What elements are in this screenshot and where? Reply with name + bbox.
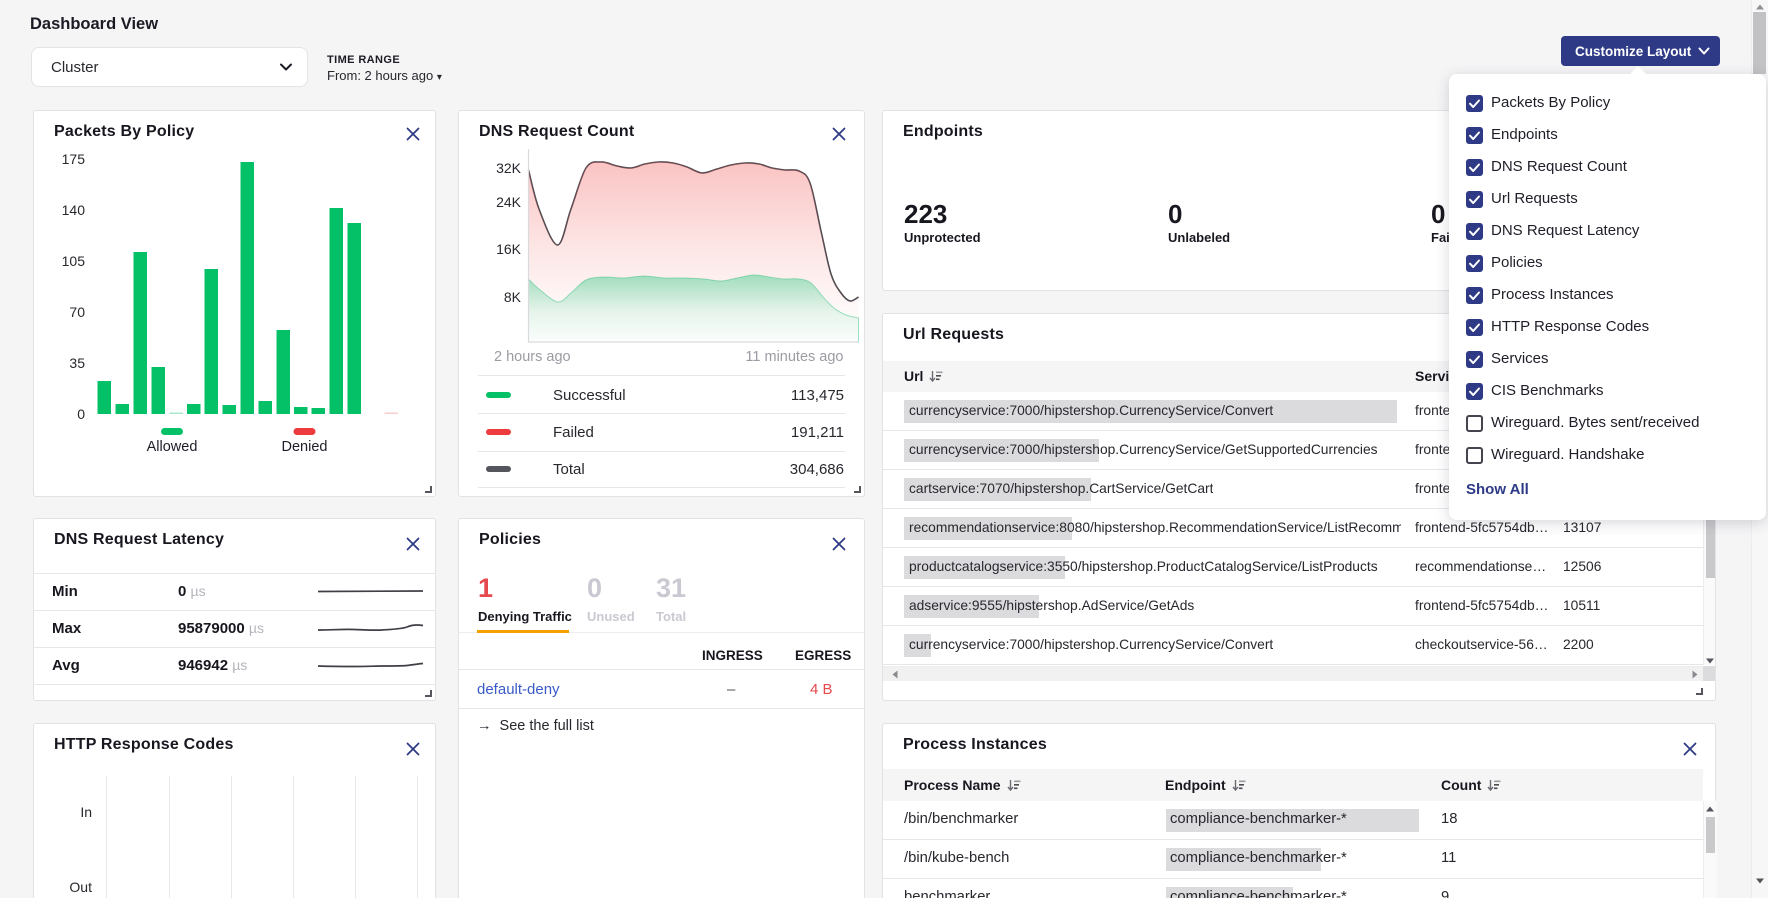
svg-text:140: 140 (62, 202, 86, 218)
svg-text:8K: 8K (504, 289, 522, 305)
svg-text:16K: 16K (496, 241, 522, 257)
svg-text:Allowed: Allowed (147, 439, 198, 455)
svg-text:0: 0 (77, 406, 85, 422)
svg-text:35: 35 (69, 355, 85, 371)
svg-text:32K: 32K (496, 160, 522, 176)
svg-text:Denied: Denied (282, 439, 328, 455)
svg-text:175: 175 (62, 151, 86, 167)
svg-text:70: 70 (69, 304, 85, 320)
svg-text:105: 105 (62, 253, 86, 269)
svg-text:11 minutes ago: 11 minutes ago (745, 349, 843, 365)
svg-text:24K: 24K (496, 194, 522, 210)
svg-text:2 hours ago: 2 hours ago (494, 349, 571, 365)
